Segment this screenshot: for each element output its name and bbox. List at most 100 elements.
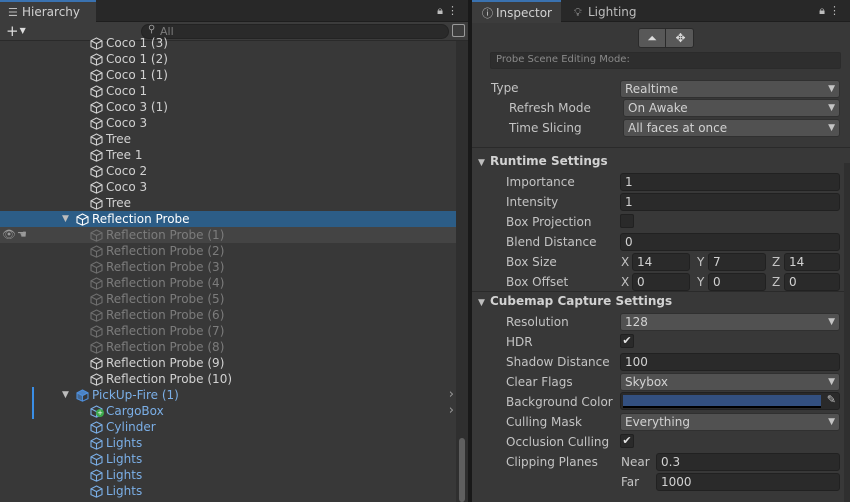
eyedropper-icon[interactable]: ✎ [827,393,836,406]
background-color-field[interactable]: ✎ [620,392,840,410]
checkmark-icon: ✔ [622,434,632,447]
box-offset-y-field[interactable]: 0 [708,273,766,291]
hierarchy-row[interactable]: ▼ › PickUp-Fire (1) [0,387,456,403]
foldout-expanded-icon[interactable]: ▼ [62,387,69,403]
occlusion-culling-label: Occlusion Culling [506,435,610,449]
box-offset-z-label: Z [772,275,781,289]
pickability-hand-icon[interactable]: ☚ [17,227,27,243]
refresh-mode-dropdown[interactable]: On Awake ▼ [623,99,840,117]
gameobject-cube-icon [90,197,103,210]
gameobject-cube-icon [76,213,89,226]
hierarchy-row[interactable]: Lights [0,451,456,467]
box-size-x-field[interactable]: 14 [632,253,690,271]
importance-field[interactable]: 1 [620,173,840,191]
cubemap-capture-header[interactable]: ▼ Cubemap Capture Settings [478,293,672,311]
hierarchy-row-label: Reflection Probe (3) [106,260,225,274]
checkmark-icon: ✔ [622,334,632,347]
time-slicing-value: All faces at once [628,121,728,135]
type-dropdown[interactable]: Realtime ▼ [620,80,840,98]
tab-hierarchy[interactable]: ☰ Hierarchy [0,0,96,23]
hierarchy-row[interactable]: Coco 3 [0,179,456,195]
box-offset-x-field[interactable]: 0 [632,273,690,291]
inspector-tab-label: Inspector [496,6,552,20]
inspector-scrollbar[interactable] [844,163,850,502]
gameobject-cube-icon [90,373,103,386]
chevron-right-icon[interactable]: › [449,403,454,419]
chevron-down-icon: ▼ [828,317,835,327]
color-swatch[interactable] [623,395,821,406]
hierarchy-row-label: Reflection Probe (7) [106,324,225,338]
occlusion-culling-checkbox[interactable]: ✔ [620,434,634,448]
hierarchy-row[interactable]: Reflection Probe (3) [0,259,456,275]
box-offset-z-field[interactable]: 0 [784,273,840,291]
box-offset-label: Box Offset [506,275,569,289]
move-probe-origin-button[interactable]: ✥ [667,29,694,47]
hierarchy-tab-actions: 🔒︎⋮ [437,4,462,18]
hierarchy-panel: ☰ Hierarchy 🔒︎⋮ +▼ ⚲ All Coco 1 (3) Coco 1… [0,0,468,502]
scrollbar-thumb[interactable] [459,438,465,502]
hierarchy-row[interactable]: Cylinder [0,419,456,435]
hierarchy-row[interactable]: 👁︎ ☚ Reflection Probe (1) [0,227,456,243]
hierarchy-row[interactable]: Reflection Probe (2) [0,243,456,259]
box-size-z-field[interactable]: 14 [784,253,840,271]
hierarchy-row[interactable]: Tree [0,195,456,211]
visibility-eye-icon[interactable]: 👁︎ [2,227,16,243]
hierarchy-row[interactable]: Reflection Probe (8) [0,339,456,355]
hierarchy-row[interactable]: Coco 1 (1) [0,67,456,83]
lock-icon[interactable]: 🔒︎ [437,4,447,17]
shadow-distance-field[interactable]: 100 [620,353,840,371]
hierarchy-row[interactable]: Reflection Probe (5) [0,291,456,307]
hierarchy-row[interactable]: Reflection Probe (9) [0,355,456,371]
hierarchy-row-label: Coco 2 [106,164,148,178]
lock-icon[interactable]: 🔒︎ [819,4,829,17]
hierarchy-row[interactable]: Tree [0,131,456,147]
blend-distance-label: Blend Distance [506,235,597,249]
resolution-dropdown[interactable]: 128 ▼ [620,313,840,331]
hierarchy-row[interactable]: Lights [0,467,456,483]
box-size-y-field[interactable]: 7 [708,253,766,271]
tab-lighting[interactable]: 💡︎ Lighting [564,0,654,22]
inspector-tab-bar: ⓘ Inspector 💡︎ Lighting 🔒︎⋮ [472,0,850,23]
box-projection-checkbox[interactable] [620,214,634,228]
bounds-icon: ⏶ [647,31,657,45]
inspector-panel: ⓘ Inspector 💡︎ Lighting 🔒︎⋮ ⏶ ✥ Probe Scen… [472,0,850,502]
edit-bounds-button[interactable]: ⏶ [639,29,666,47]
inspector-tab-actions: 🔒︎⋮ [819,4,844,18]
hierarchy-row[interactable]: ▼ Reflection Probe [0,211,456,227]
hierarchy-row[interactable]: Lights [0,483,456,499]
more-options-icon[interactable]: ⋮ [447,4,462,17]
hierarchy-row[interactable]: Lights [0,435,456,451]
tab-inspector[interactable]: ⓘ Inspector [472,0,561,23]
intensity-label: Intensity [506,195,559,209]
hierarchy-row[interactable]: Coco 1 (2) [0,51,456,67]
hierarchy-row[interactable]: Tree 1 [0,147,456,163]
culling-mask-dropdown[interactable]: Everything ▼ [620,413,840,431]
hierarchy-scrollbar[interactable] [456,41,468,502]
chevron-right-icon[interactable]: › [449,387,454,403]
far-field[interactable]: 1000 [656,473,840,491]
gameobject-cube-icon [90,437,103,450]
intensity-field[interactable]: 1 [620,193,840,211]
hierarchy-row[interactable]: › + CargoBox [0,403,456,419]
hierarchy-row[interactable]: Coco 2 [0,163,456,179]
runtime-settings-header[interactable]: ▼ Runtime Settings [478,153,608,171]
hierarchy-row[interactable]: Coco 3 (1) [0,99,456,115]
gameobject-cube-icon [90,421,103,434]
hierarchy-row[interactable]: Reflection Probe (4) [0,275,456,291]
blend-distance-field[interactable]: 0 [620,233,840,251]
hierarchy-row[interactable]: Coco 1 [0,83,456,99]
hierarchy-row[interactable]: Reflection Probe (7) [0,323,456,339]
hierarchy-row[interactable]: Reflection Probe (10) [0,371,456,387]
gameobject-cube-icon [90,341,103,354]
cubemap-capture-title: Cubemap Capture Settings [490,294,673,308]
time-slicing-dropdown[interactable]: All faces at once ▼ [623,119,840,137]
clear-flags-dropdown[interactable]: Skybox ▼ [620,373,840,391]
more-options-icon[interactable]: ⋮ [829,4,844,17]
near-field[interactable]: 0.3 [656,453,840,471]
foldout-expanded-icon[interactable]: ▼ [62,211,69,227]
hdr-checkbox[interactable]: ✔ [620,334,634,348]
alpha-bar [623,406,821,408]
hierarchy-row[interactable]: Coco 3 [0,115,456,131]
hierarchy-row[interactable]: Coco 1 (3) [0,35,456,51]
hierarchy-row[interactable]: Reflection Probe (6) [0,307,456,323]
